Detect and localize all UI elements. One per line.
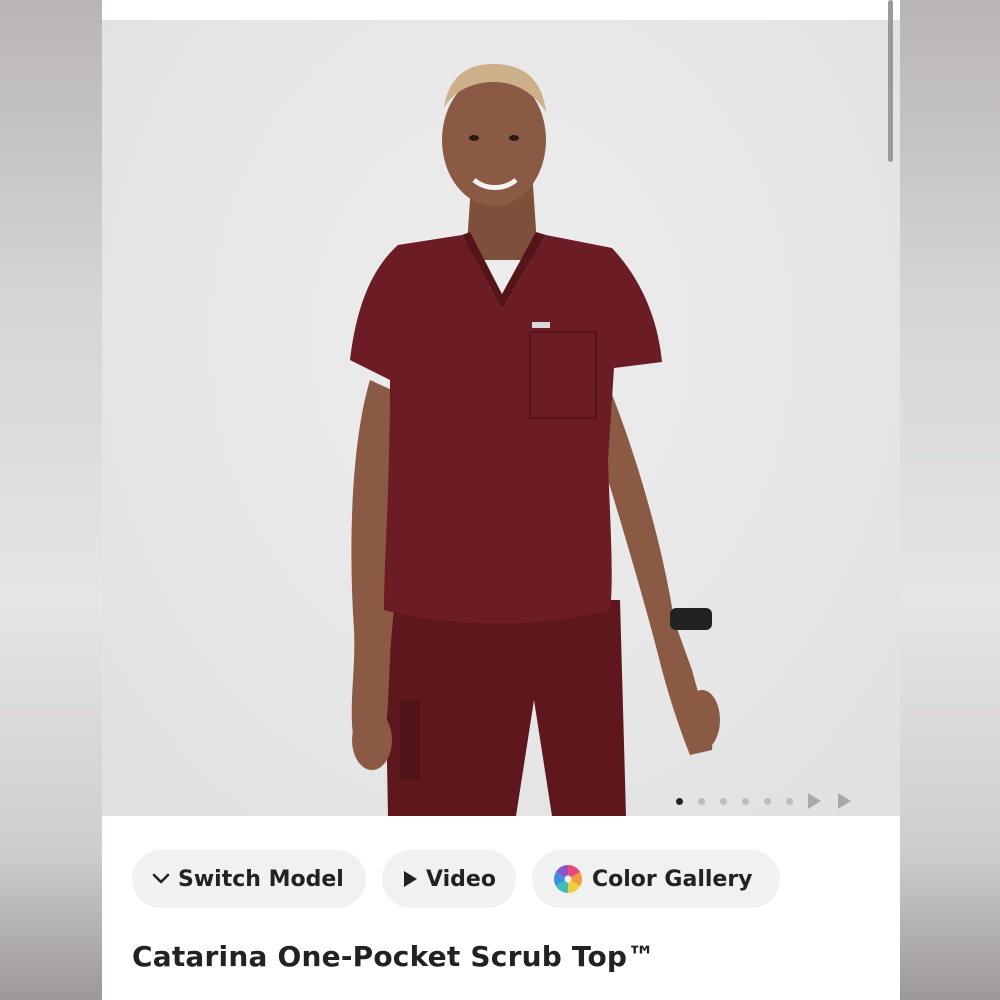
carousel-dot-4[interactable] bbox=[742, 797, 749, 805]
media-actions: Switch Model Video Color Gallery bbox=[132, 850, 780, 908]
carousel-last-icon[interactable] bbox=[838, 793, 851, 809]
carousel-dot-6[interactable] bbox=[786, 797, 793, 805]
color-wheel-icon bbox=[552, 863, 584, 895]
carousel-pagination[interactable] bbox=[676, 790, 868, 812]
right-backdrop bbox=[900, 0, 1000, 1000]
product-title: Catarina One-Pocket Scrub Top™ bbox=[132, 940, 656, 973]
product-image-carousel[interactable] bbox=[102, 20, 900, 816]
carousel-next-icon[interactable] bbox=[808, 793, 821, 809]
left-backdrop bbox=[0, 0, 102, 1000]
product-page: Switch Model Video Color Gallery Catarin… bbox=[102, 0, 900, 1000]
switch-model-label: Switch Model bbox=[178, 866, 344, 892]
color-gallery-button[interactable]: Color Gallery bbox=[532, 850, 780, 908]
video-button[interactable]: Video bbox=[382, 850, 516, 908]
video-label: Video bbox=[426, 866, 496, 892]
carousel-dot-1[interactable] bbox=[676, 797, 683, 805]
product-photo bbox=[350, 64, 720, 816]
play-icon bbox=[402, 870, 418, 888]
carousel-dot-2[interactable] bbox=[698, 797, 705, 805]
carousel-dot-5[interactable] bbox=[764, 797, 771, 805]
chevron-down-icon bbox=[152, 873, 170, 885]
color-gallery-label: Color Gallery bbox=[592, 866, 753, 892]
scrollbar[interactable] bbox=[888, 0, 893, 162]
carousel-dot-3[interactable] bbox=[720, 797, 727, 805]
switch-model-button[interactable]: Switch Model bbox=[132, 850, 366, 908]
